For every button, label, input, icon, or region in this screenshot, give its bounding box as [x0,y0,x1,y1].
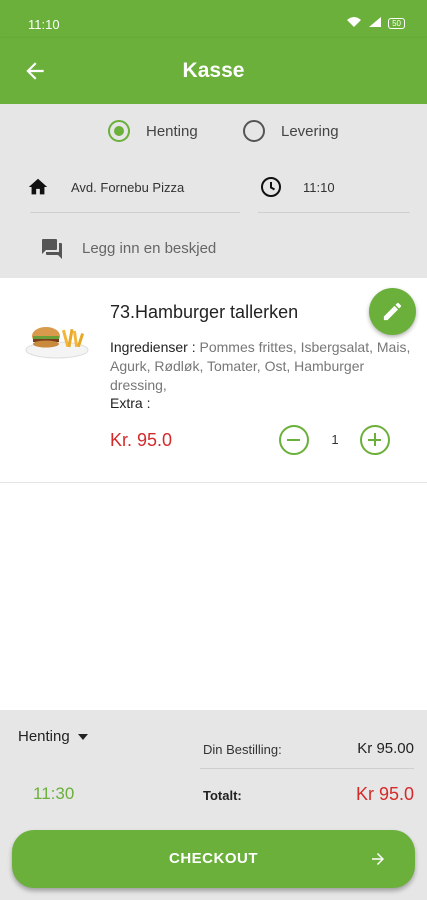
extra-label: Extra : [110,395,151,411]
status-bar: 11:10 50 [0,0,427,38]
location-row: Avd. Fornebu Pizza 11:10 [0,172,427,213]
time-select[interactable]: 11:10 [303,180,335,195]
item-name: 73.Hamburger tallerken [110,302,299,322]
divider [30,212,240,213]
mode-dropdown[interactable]: Henting [18,728,88,745]
app-bar: Kasse [0,38,427,104]
radio-pickup[interactable]: Henting [108,120,198,142]
edit-button[interactable] [369,288,416,335]
mode-dropdown-label: Henting [18,728,70,745]
store-name[interactable]: Avd. Fornebu Pizza [71,180,184,195]
decrease-quantity-button[interactable] [279,425,309,455]
pickup-time: 11:30 [33,784,75,803]
wifi-icon [346,16,362,30]
message-field[interactable]: Legg inn en beskjed [0,232,427,262]
home-icon [28,178,48,195]
order-value: Kr 95.00 [357,740,414,757]
burger-image [25,327,89,359]
battery-icon: 50 [388,17,405,29]
increase-quantity-button[interactable] [360,425,390,455]
status-time: 11:10 [28,17,60,32]
total-label: Totalt: [203,788,242,803]
signal-icon [368,16,382,30]
radio-delivery[interactable]: Levering [243,120,339,142]
clock-icon [261,177,281,197]
caret-down-icon [77,733,88,740]
ingredients-label: Ingredienser : [110,339,196,355]
arrow-right-icon [372,853,384,865]
ingredients: Ingredienser : Pommes frittes, Isbergsal… [110,338,424,395]
cart-item: 73.Hamburger tallerken Ingredienser : Po… [0,278,427,483]
item-price: Kr. 95.0 [110,430,173,450]
message-placeholder: Legg inn en beskjed [82,240,217,257]
radio-selected-icon [108,120,130,142]
order-label: Din Bestilling: [203,742,282,757]
radio-delivery-label: Levering [281,122,339,140]
radio-unselected-icon [243,120,265,142]
pencil-icon [383,302,402,321]
radio-pickup-label: Henting [146,122,198,140]
divider [258,212,410,213]
delivery-mode-group: Henting Levering [0,120,427,146]
checkout-button[interactable]: CHECKOUT [12,830,415,888]
message-icon [42,239,62,259]
status-icons: 50 [346,16,405,30]
divider [200,768,414,769]
quantity-value: 1 [331,432,339,447]
total-value: Kr 95.0 [355,784,414,804]
checkout-label: CHECKOUT [169,850,258,867]
page-title: Kasse [182,59,245,82]
order-options-panel: Henting Levering Avd. Fornebu Pizza 11:1… [0,104,427,278]
